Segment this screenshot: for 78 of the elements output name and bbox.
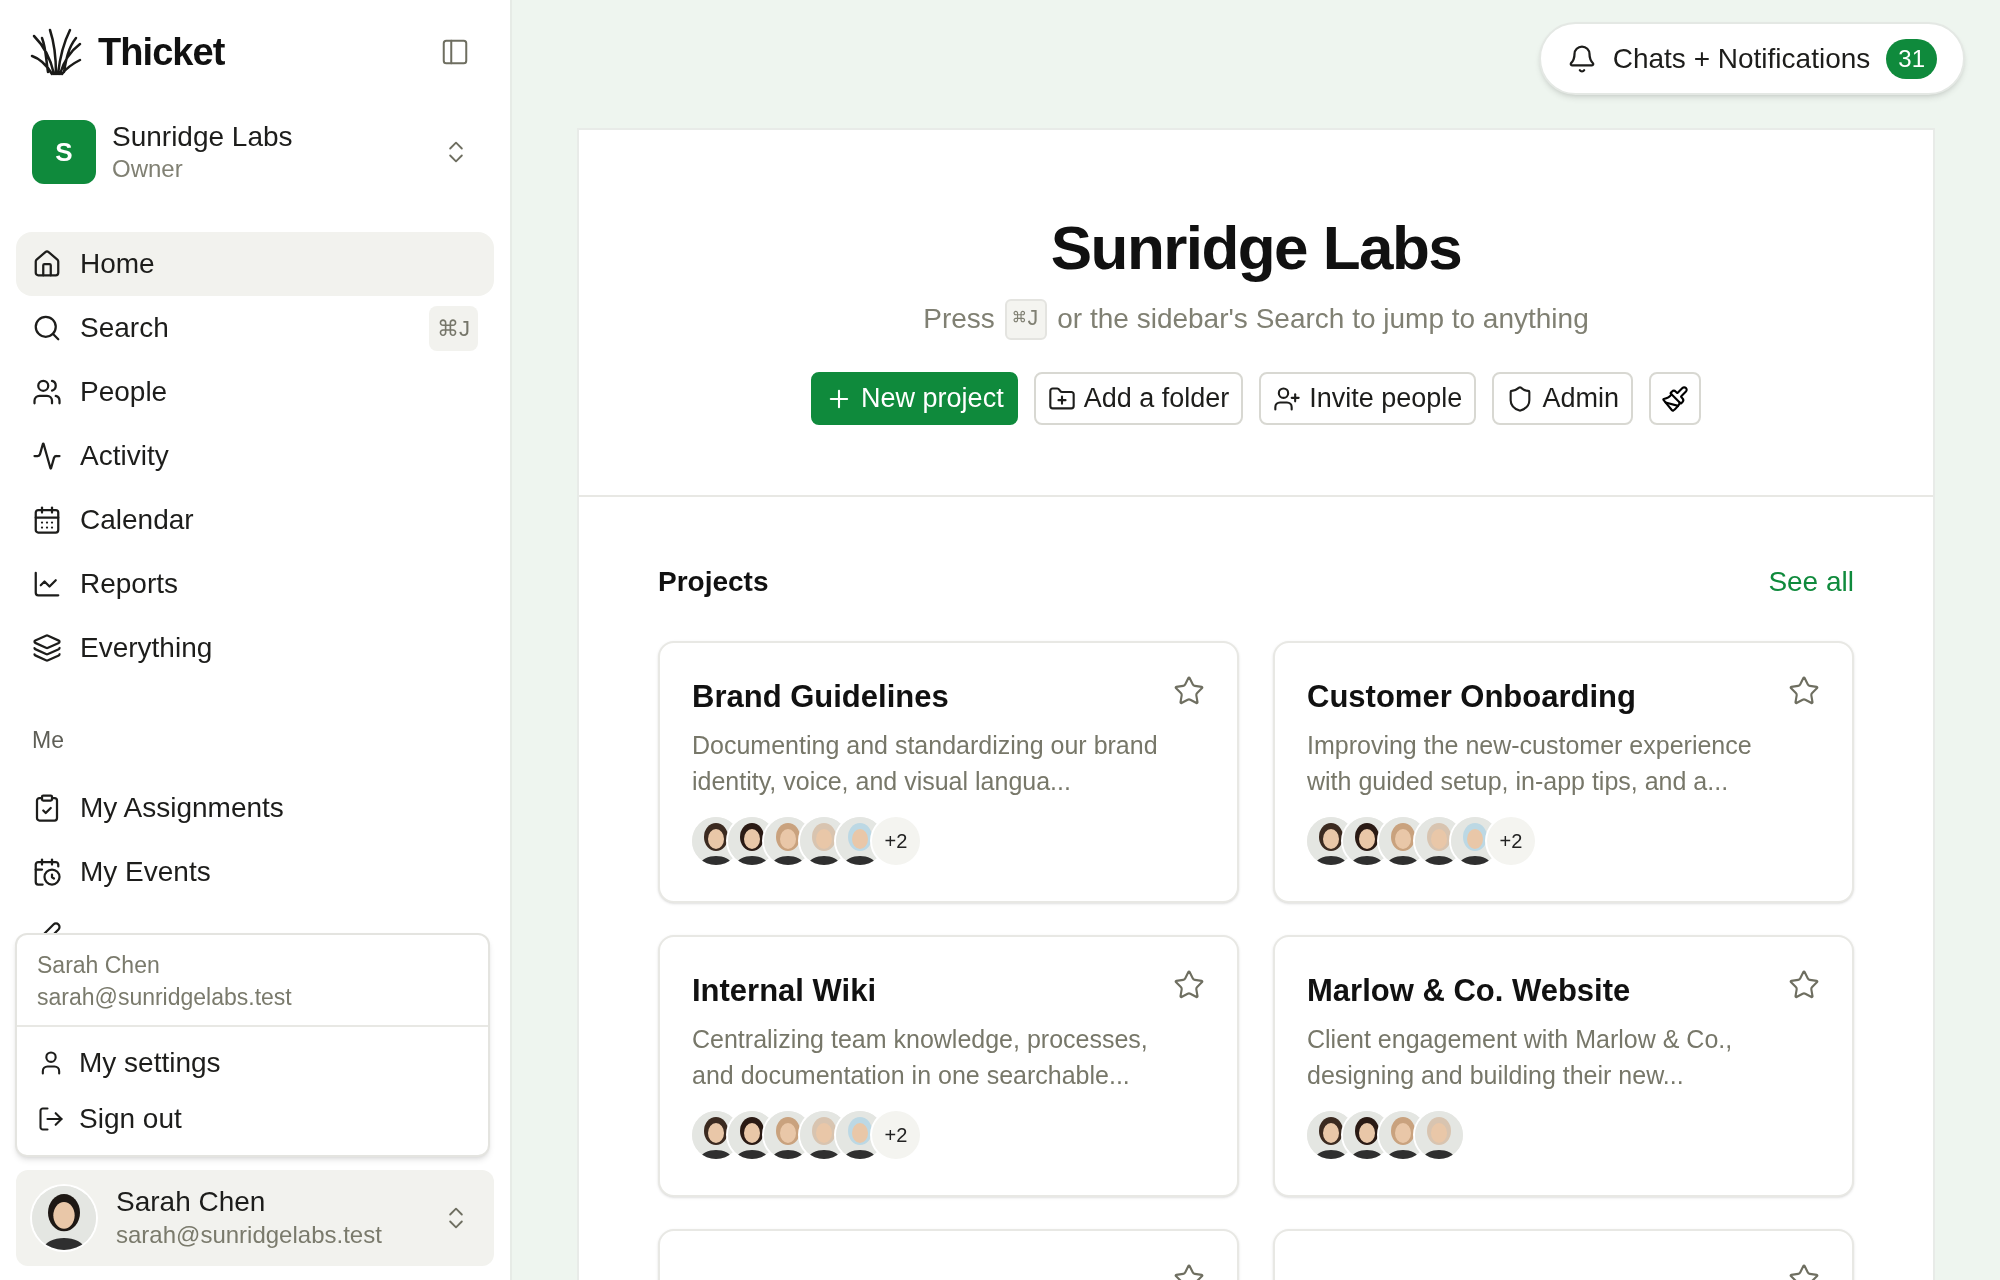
- hint-text: or the sidebar's Search to jump to anything: [1057, 302, 1589, 336]
- project-card[interactable]: Customer Onboarding Improving the new-customer experience with guided setup, in-app tips, and a... +2: [1273, 641, 1854, 903]
- notifications-button[interactable]: Chats + Notifications 31: [1538, 22, 1965, 95]
- home-icon: [32, 249, 62, 279]
- nav-label: Home: [80, 250, 155, 278]
- star-icon[interactable]: [1788, 969, 1820, 1001]
- paintbrush-button[interactable]: [1648, 372, 1701, 425]
- action-button[interactable]: Add a folder: [1033, 372, 1244, 425]
- nav-item[interactable]: Calendar: [16, 488, 494, 552]
- project-description: Improving the new-customer experience with guided setup, in-app tips, and a...: [1307, 730, 1753, 797]
- calendar-clock-icon: [32, 857, 62, 887]
- nav-label: My Assignments: [80, 794, 284, 822]
- nav-item[interactable]: People: [16, 360, 494, 424]
- star-icon[interactable]: [1173, 969, 1205, 1001]
- see-all-link[interactable]: See all: [1768, 561, 1854, 603]
- section-heading: Me: [31, 725, 65, 755]
- nav-label: Everything: [80, 634, 213, 662]
- calendar-icon: [32, 505, 62, 535]
- menu-user-email: sarah@sunridgelabs.test: [37, 983, 293, 1012]
- project-title: Customer Onboarding: [1307, 678, 1636, 716]
- workspace-name: Sunridge Labs: [112, 120, 293, 154]
- action-button[interactable]: New project: [811, 372, 1018, 425]
- nav-item[interactable]: Home: [16, 232, 494, 296]
- more-count: +2: [872, 1111, 920, 1159]
- nav-label: People: [80, 378, 168, 406]
- nav-label: Search: [80, 314, 169, 342]
- layers-icon: [32, 633, 62, 663]
- project-card[interactable]: Internal Wiki Centralizing team knowledge, processes, and documentation in one searchable... +2: [658, 935, 1239, 1197]
- nav-item[interactable]: Reports: [16, 552, 494, 616]
- project-description: Client engagement with Marlow & Co., designing and building their new...: [1307, 1024, 1734, 1091]
- project-card[interactable]: Marlow & Co. Website Client engagement with Marlow & Co., designing and building their new...: [1273, 935, 1854, 1197]
- nav-item[interactable]: Activity: [16, 424, 494, 488]
- grass-logo-icon: [30, 26, 82, 78]
- section-title: Projects: [658, 565, 769, 599]
- notifications-label: Chats + Notifications: [1612, 41, 1871, 76]
- paintbrush-icon: [1660, 384, 1689, 413]
- action-button[interactable]: Invite people: [1259, 372, 1477, 425]
- nav-item[interactable]: My Assignments: [16, 776, 494, 840]
- user-switcher[interactable]: Sarah Chen sarah@sunridgelabs.test: [16, 1170, 494, 1266]
- project-title: Brand Guidelines: [692, 678, 949, 716]
- shortcut-key: ⌘J: [1004, 298, 1048, 340]
- count-badge: 31: [1886, 38, 1937, 79]
- chart-icon: [32, 569, 62, 599]
- pulse-icon: [32, 441, 62, 471]
- star-icon[interactable]: [1788, 675, 1820, 707]
- search-icon: [32, 313, 62, 343]
- workspace-avatar: S: [32, 120, 96, 184]
- people-icon: [32, 377, 62, 407]
- brand-name: Thicket: [98, 29, 225, 75]
- sign-out-icon: [37, 1105, 65, 1133]
- project-description: Centralizing team knowledge, processes, and documentation in one searchable...: [692, 1024, 1149, 1091]
- nav-item[interactable]: Search ⌘J: [16, 296, 494, 360]
- star-icon[interactable]: [1173, 675, 1205, 707]
- project-title: Internal Wiki: [692, 972, 877, 1010]
- user-email: sarah@sunridgelabs.test: [116, 1220, 382, 1250]
- project-description: Documenting and standardizing our brand identity, voice, and visual langua...: [692, 730, 1159, 797]
- project-title: Marlow & Co. Website: [1307, 972, 1631, 1010]
- nav-item[interactable]: Everything: [16, 616, 494, 680]
- nav-label: Calendar: [80, 506, 194, 534]
- workspace-role: Owner: [112, 154, 184, 184]
- nav-item[interactable]: My Events: [16, 840, 494, 904]
- nav-label: My Events: [80, 858, 211, 886]
- nav-label: Activity: [80, 442, 169, 470]
- user-name: Sarah Chen: [116, 1185, 267, 1219]
- shortcut-key: ⌘J: [429, 305, 478, 351]
- hint-text: Press: [923, 302, 995, 336]
- more-count: +2: [1487, 817, 1535, 865]
- project-card[interactable]: Brand Guidelines Documenting and standardizing our brand identity, voice, and visual langua... +2: [658, 641, 1239, 903]
- more-count: +2: [872, 817, 920, 865]
- workspace-switcher[interactable]: S Sunridge Labs Owner: [16, 110, 494, 194]
- nav-label: Reports: [80, 570, 179, 598]
- page-title: Sunridge Labs: [1050, 212, 1462, 284]
- user-plus-icon: [1273, 384, 1302, 413]
- menu-item[interactable]: My settings: [17, 1035, 488, 1091]
- menu-user-name: Sarah Chen: [37, 951, 161, 980]
- panel-toggle-icon[interactable]: [440, 37, 470, 67]
- action-button[interactable]: Admin: [1492, 372, 1633, 425]
- menu-item[interactable]: Sign out: [17, 1091, 488, 1147]
